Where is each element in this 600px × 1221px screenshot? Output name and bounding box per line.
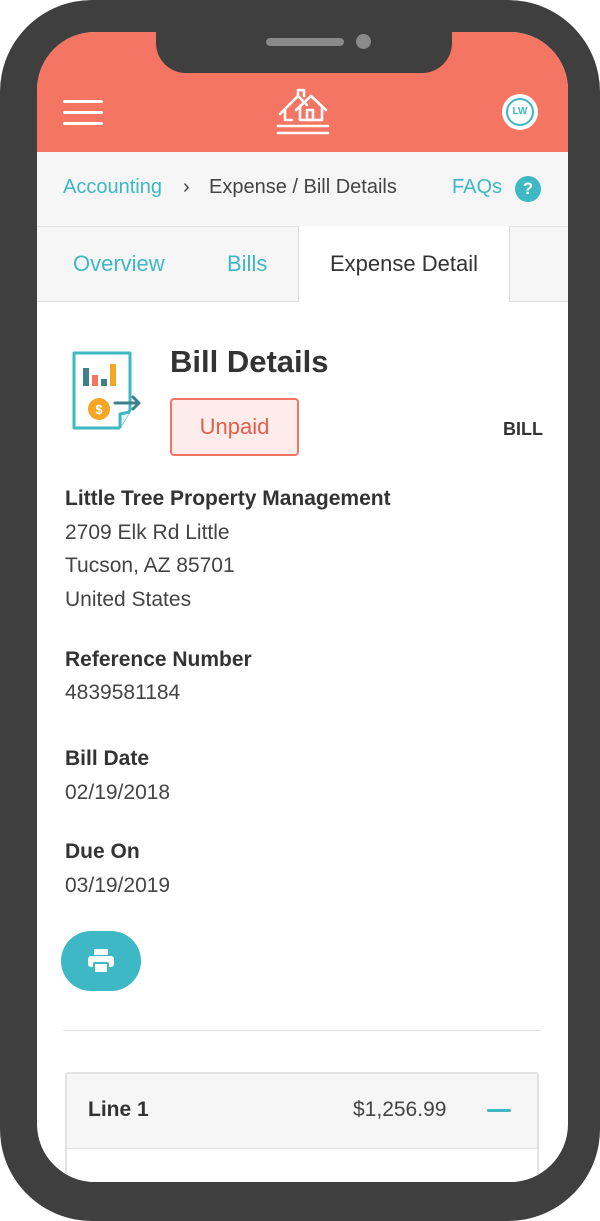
hamburger-menu-icon[interactable] xyxy=(63,98,103,126)
print-button[interactable] xyxy=(61,931,141,991)
printer-icon xyxy=(88,949,114,974)
section-divider xyxy=(63,1030,541,1031)
user-avatar[interactable]: LW xyxy=(502,94,538,130)
avatar-initials: LW xyxy=(506,98,534,126)
line-item-amount: $1,256.99 xyxy=(353,1098,447,1121)
tab-overview[interactable]: Overview xyxy=(73,251,165,277)
app-screen: LW Accounting › Expense / Bill Details F… xyxy=(37,32,568,1182)
reference-number-value: 4839581184 xyxy=(65,681,181,704)
line-item-card: Line 1 $1,256.99 xyxy=(65,1072,539,1182)
breadcrumb: Accounting › Expense / Bill Details FAQs xyxy=(37,152,568,227)
front-camera xyxy=(356,34,371,49)
address-line-2: Tucson, AZ 85701 xyxy=(65,554,235,577)
due-on-value: 03/19/2019 xyxy=(65,874,171,897)
vendor-name: Little Tree Property Management xyxy=(65,487,391,510)
due-on-label: Due On xyxy=(65,840,140,863)
chevron-right-icon: › xyxy=(183,176,190,198)
bill-type-label: BILL xyxy=(503,419,543,439)
phone-frame: LW Accounting › Expense / Bill Details F… xyxy=(0,0,600,1221)
line-item-header[interactable]: Line 1 $1,256.99 xyxy=(67,1074,537,1149)
address-line-3: United States xyxy=(65,588,192,611)
tab-expense-detail[interactable]: Expense Detail xyxy=(298,226,510,302)
page-title: Bill Details xyxy=(170,344,329,379)
breadcrumb-accounting-link[interactable]: Accounting xyxy=(63,176,162,199)
help-icon[interactable]: ? xyxy=(515,176,541,202)
tab-bar: Overview Bills Expense Detail xyxy=(37,226,568,302)
bill-date-value: 02/19/2018 xyxy=(65,781,171,804)
speaker-grille xyxy=(266,38,344,46)
breadcrumb-current: Expense / Bill Details xyxy=(209,176,397,198)
address-line-1: 2709 Elk Rd Little xyxy=(65,521,230,544)
faqs-link[interactable]: FAQs xyxy=(452,176,502,199)
house-logo-icon[interactable] xyxy=(274,86,332,140)
bill-date-label: Bill Date xyxy=(65,747,150,770)
collapse-minus-icon[interactable] xyxy=(487,1109,511,1112)
svg-text:$: $ xyxy=(95,402,103,417)
tab-bills[interactable]: Bills xyxy=(227,251,267,277)
status-badge: Unpaid xyxy=(170,398,299,456)
reference-number-label: Reference Number xyxy=(65,648,252,671)
bill-document-icon: $ xyxy=(72,351,141,430)
phone-notch xyxy=(156,28,452,73)
line-item-label: Line 1 xyxy=(88,1098,149,1121)
